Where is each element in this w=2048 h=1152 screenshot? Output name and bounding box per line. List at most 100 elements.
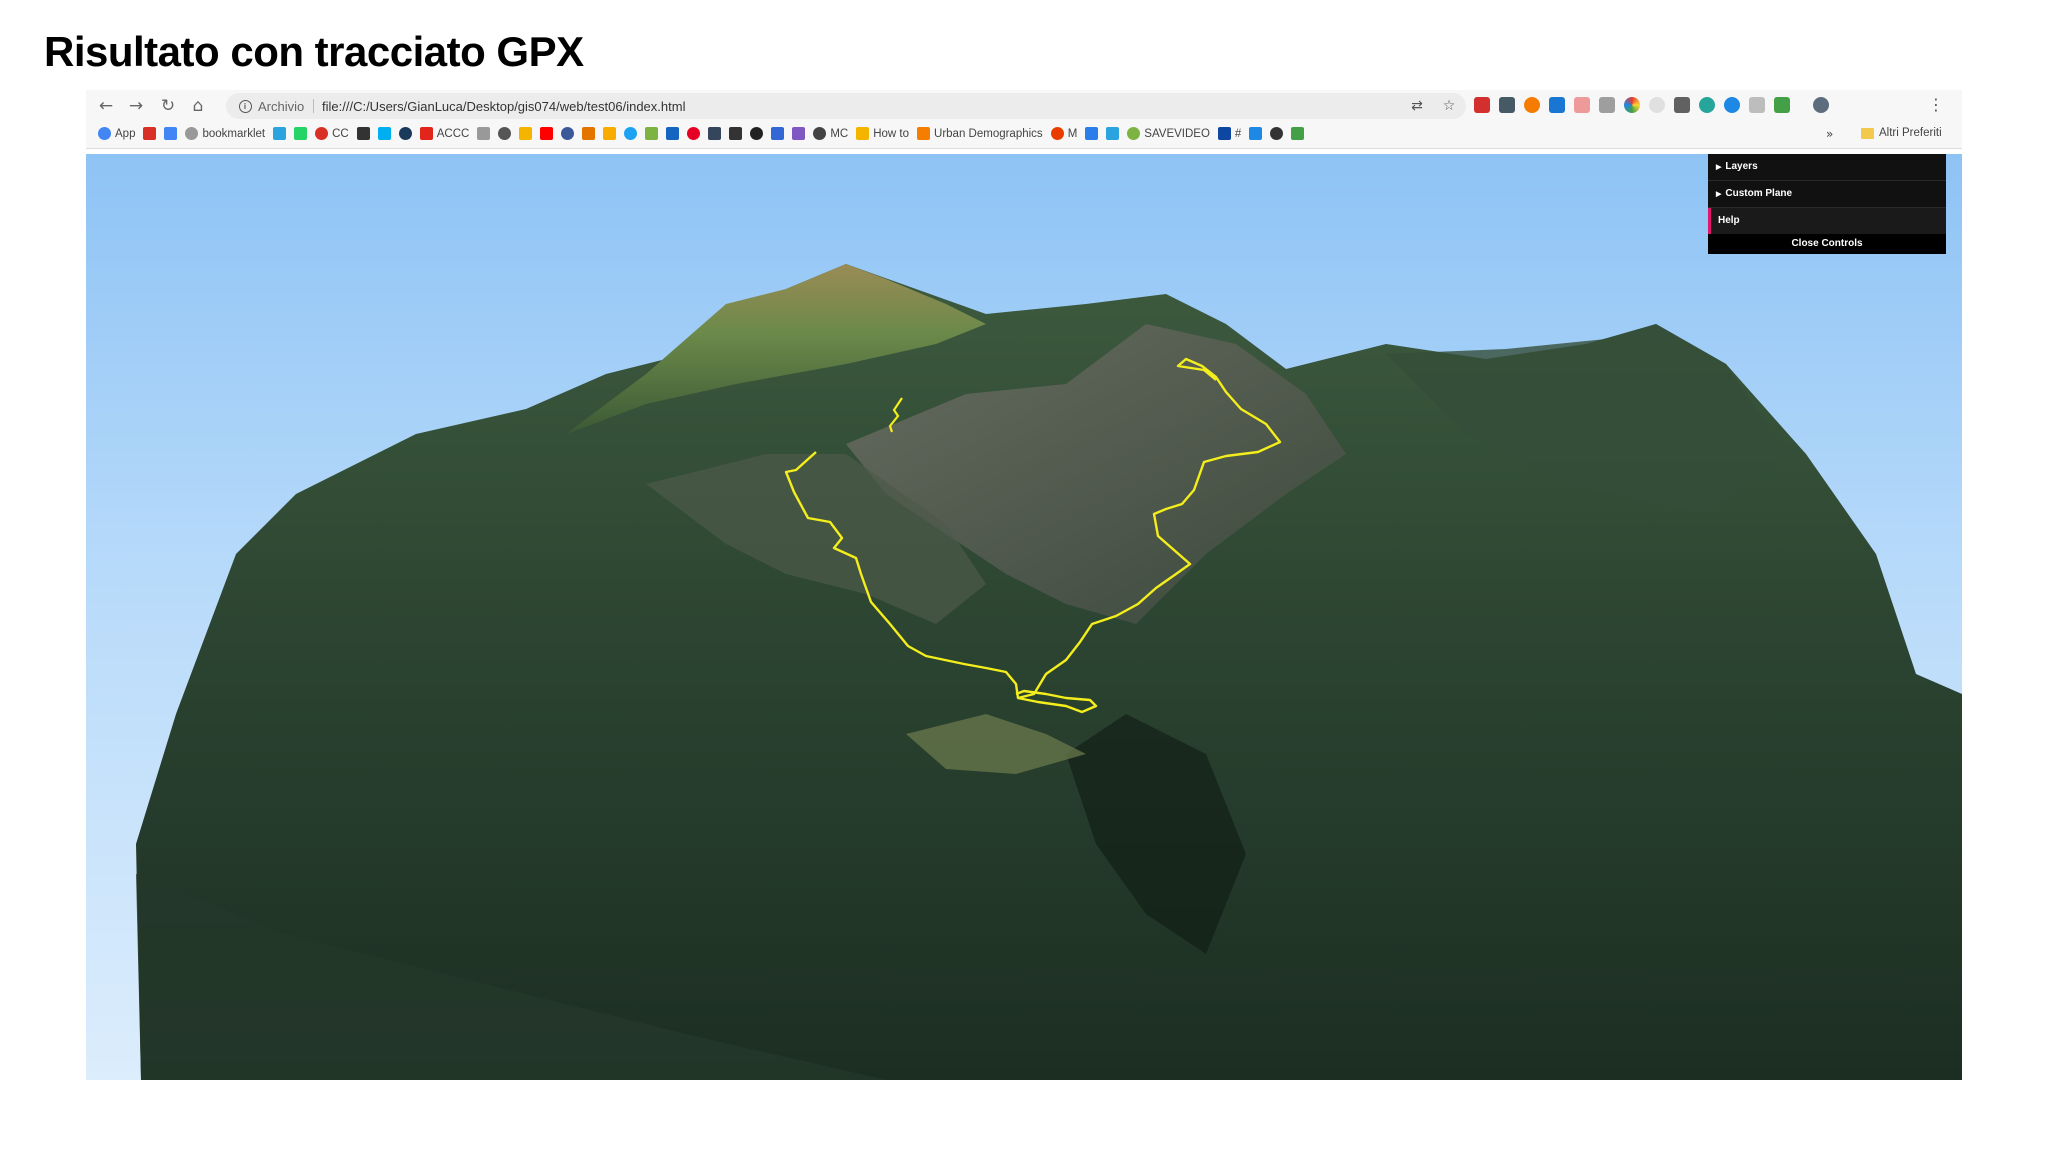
- menu-icon[interactable]: ⋮: [1928, 95, 1944, 114]
- forward-icon[interactable]: →: [124, 94, 148, 118]
- browser-window: ← → ↻ ⌂ i Archivio file:///C:/Users/Gian…: [86, 90, 1962, 1082]
- bookmark-item[interactable]: [792, 127, 806, 140]
- home-icon[interactable]: ⌂: [186, 94, 210, 118]
- bookmark-item[interactable]: [143, 127, 157, 140]
- extension-icon[interactable]: [1549, 97, 1565, 113]
- bookmark-label: M: [1067, 127, 1078, 140]
- bookmark-item[interactable]: [1106, 127, 1120, 140]
- bookmark-item[interactable]: [377, 127, 391, 140]
- bookmark-item[interactable]: [771, 127, 785, 140]
- bookmark-item[interactable]: [356, 127, 370, 140]
- controls-item-label: Layers: [1725, 161, 1758, 172]
- bookmark-item[interactable]: [750, 127, 764, 140]
- bookmark-item[interactable]: [540, 127, 554, 140]
- bookmark-item[interactable]: [708, 127, 722, 140]
- controls-item-help[interactable]: Help: [1708, 208, 1946, 234]
- bookmark-item[interactable]: [603, 127, 617, 140]
- telegram-icon: [1106, 127, 1120, 140]
- bookmark-item[interactable]: [687, 127, 701, 140]
- bookmark-item[interactable]: [1249, 127, 1263, 140]
- android-icon: [1127, 127, 1141, 140]
- analytics-icon: [603, 127, 617, 140]
- bookmarks-list: App bookmarklet CC ACCC MC How to Urban Demogr…: [98, 127, 1305, 140]
- translate-icon[interactable]: ⇄: [1408, 97, 1426, 115]
- bookmark-item[interactable]: [398, 127, 412, 140]
- facebook-icon: [561, 127, 575, 140]
- bookmark-item[interactable]: Urban Demographics: [917, 127, 1043, 140]
- extension-icon[interactable]: [1749, 97, 1765, 113]
- extension-icon[interactable]: [1724, 97, 1740, 113]
- slide-title: Risultato con tracciato GPX: [44, 28, 584, 75]
- bookmark-item[interactable]: [294, 127, 308, 140]
- bookmark-item[interactable]: MC: [813, 127, 848, 140]
- bookmark-item[interactable]: SAVEVIDEO: [1127, 127, 1210, 140]
- note-icon: [519, 127, 533, 140]
- extension-icon[interactable]: [1699, 97, 1715, 113]
- bookmark-item[interactable]: [582, 127, 596, 140]
- bookmark-item[interactable]: bookmarklet: [185, 127, 265, 140]
- bookmark-label: #: [1234, 127, 1242, 140]
- bookmark-item[interactable]: [1085, 127, 1099, 140]
- controls-item-custom-plane[interactable]: ▶ Custom Plane: [1708, 181, 1946, 208]
- extension-icon[interactable]: [1774, 97, 1790, 113]
- url-text[interactable]: file:///C:/Users/GianLuca/Desktop/gis074…: [322, 99, 685, 114]
- bookmark-item[interactable]: [1270, 127, 1284, 140]
- color-picker-icon[interactable]: [1624, 97, 1640, 113]
- page-icon: [477, 127, 491, 140]
- terrain-scene[interactable]: [86, 154, 1962, 1080]
- controls-panel: ▶ Layers ▶ Custom Plane Help Close Control…: [1708, 154, 1946, 254]
- bookmark-item[interactable]: #: [1217, 127, 1242, 140]
- bookmark-item[interactable]: [519, 127, 533, 140]
- close-controls-button[interactable]: Close Controls: [1708, 234, 1946, 254]
- controls-item-label: Custom Plane: [1725, 188, 1793, 199]
- bookmark-item[interactable]: [645, 127, 659, 140]
- howto-icon: [856, 127, 870, 140]
- extension-icon[interactable]: [1599, 97, 1615, 113]
- bookmark-item[interactable]: M: [1050, 127, 1078, 140]
- bookmark-item[interactable]: [1291, 127, 1305, 140]
- bookmark-item[interactable]: ACCC: [419, 127, 469, 140]
- pocket-icon: [398, 127, 412, 140]
- bookmark-label: SAVEVIDEO: [1144, 127, 1210, 140]
- bookmark-item[interactable]: [729, 127, 743, 140]
- bookmarks-bar: App bookmarklet CC ACCC MC How to Urban Demogr…: [86, 122, 1962, 149]
- controls-item-layers[interactable]: ▶ Layers: [1708, 154, 1946, 181]
- other-bookmarks[interactable]: Altri Preferiti: [1861, 127, 1942, 139]
- bookmark-item[interactable]: [477, 127, 491, 140]
- bookmark-item[interactable]: [498, 127, 512, 140]
- bookmark-label: MC: [830, 127, 849, 140]
- extension-icon[interactable]: [1474, 97, 1490, 113]
- extension-icon[interactable]: [1499, 97, 1515, 113]
- back-icon[interactable]: ←: [94, 94, 118, 118]
- tumblr-icon: [708, 127, 722, 140]
- extension-icon[interactable]: [1524, 97, 1540, 113]
- extension-icon[interactable]: [1574, 97, 1590, 113]
- bookmark-item[interactable]: [164, 127, 178, 140]
- extension-icon[interactable]: [1674, 97, 1690, 113]
- 3d-terrain-viewport[interactable]: ▶ Layers ▶ Custom Plane Help Close Control…: [86, 154, 1962, 1080]
- bookmarks-overflow-icon[interactable]: »: [1826, 127, 1833, 141]
- info-icon[interactable]: i: [236, 96, 254, 116]
- search-icon: [315, 127, 329, 140]
- profile-avatar[interactable]: [1813, 97, 1829, 113]
- c-icon: [1270, 127, 1284, 140]
- bookmark-item[interactable]: How to: [856, 127, 909, 140]
- qr-icon: [1217, 127, 1231, 140]
- bookmark-item[interactable]: [561, 127, 575, 140]
- bookmark-label: CC: [332, 127, 349, 140]
- bookmark-icon: [666, 127, 680, 140]
- address-bar[interactable]: i Archivio file:///C:/Users/GianLuca/Des…: [226, 93, 1466, 119]
- reload-icon[interactable]: ↻: [156, 94, 180, 118]
- bookmark-item[interactable]: [666, 127, 680, 140]
- bookmark-item[interactable]: [273, 127, 287, 140]
- bookmark-item[interactable]: CC: [315, 127, 349, 140]
- star-icon[interactable]: ☆: [1440, 97, 1458, 115]
- bookmark-item[interactable]: App: [98, 127, 135, 140]
- gmail-icon: [143, 127, 157, 140]
- extension-icon[interactable]: [1649, 97, 1665, 113]
- edit-icon: [1085, 127, 1099, 140]
- check-icon: [645, 127, 659, 140]
- bookmark-item[interactable]: [624, 127, 638, 140]
- contacts-icon: [164, 127, 178, 140]
- cube-icon: [792, 127, 806, 140]
